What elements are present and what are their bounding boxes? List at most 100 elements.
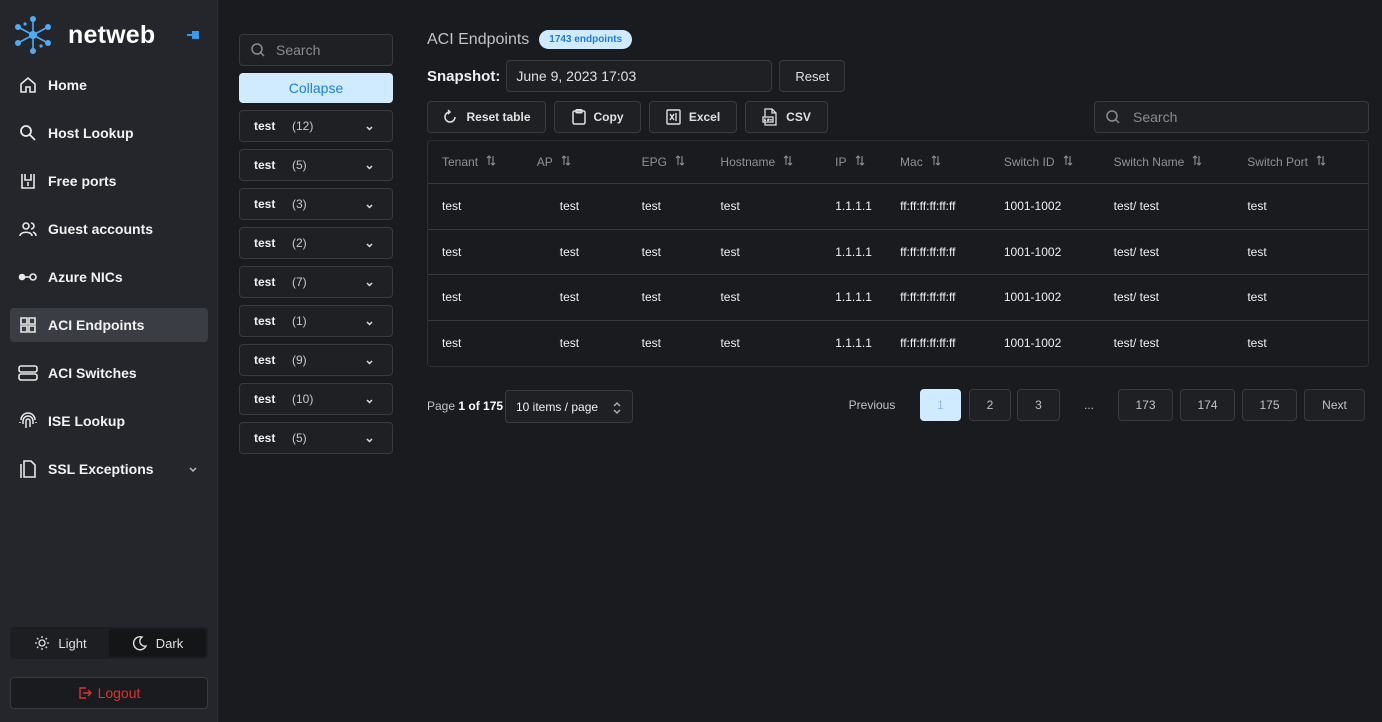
table-cell: test/ test [1113,199,1159,214]
filter-group[interactable]: test (1) [239,305,393,337]
sidebar-item-guest-accounts[interactable]: Guest accounts [10,212,208,246]
column-header[interactable]: Switch ID [990,155,1100,169]
column-header[interactable]: AP [523,155,628,169]
column-header[interactable]: Mac [886,155,990,169]
table-cell: test [720,290,740,305]
table-row[interactable]: test test test test 1.1.1.1 ff:ff:ff:ff:ff:ff… [428,275,1368,321]
copy-button[interactable]: Copy [554,101,641,133]
column-header-label: Tenant [442,155,479,169]
network-logo-icon [15,16,51,54]
sidebar-item-label: ACI Switches [48,365,137,381]
sidebar-item-host-lookup[interactable]: Host Lookup [10,116,208,150]
table-row[interactable]: test test test test 1.1.1.1 ff:ff:ff:ff:ff:ff… [428,321,1368,367]
previous-page-button[interactable]: Previous [839,389,905,421]
table-cell: 1001-1002 [1003,199,1062,214]
sidebar-item-aci-switches[interactable]: ACI Switches [10,356,208,390]
page-button[interactable]: 2 [969,389,1011,421]
items-per-page-select[interactable]: 10 items / page [505,390,633,423]
filter-search-placeholder: Search [276,42,321,58]
sidebar-item-free-ports[interactable]: Free ports [10,164,208,198]
snapshot-select[interactable]: June 9, 2023 17:03 [506,60,773,92]
table-cell: test/ test [1113,244,1159,259]
filter-group[interactable]: test (9) [239,344,393,376]
sort-icon[interactable] [855,155,865,169]
filter-group-name: test [254,236,276,250]
column-header[interactable]: Switch Name [1100,155,1234,169]
home-icon [18,75,38,95]
column-header[interactable]: EPG [628,155,707,169]
pin-icon[interactable] [186,28,200,46]
filter-group[interactable]: test (7) [239,266,393,298]
excel-button[interactable]: Excel [649,101,737,133]
column-header[interactable]: IP [821,155,886,169]
theme-light-button[interactable]: Light [12,629,109,657]
sidebar-item-azure-nics[interactable]: Azure NICs [10,260,208,294]
collapse-button[interactable]: Collapse [239,73,393,103]
table-header: Tenant AP EPG Hostname IP Mac Switch ID Switch … [428,141,1368,184]
table-cell: test [720,336,740,351]
sidebar-item-ise-lookup[interactable]: ISE Lookup [10,404,208,438]
chevron-down-icon [365,356,374,370]
page-button[interactable]: 3 [1017,389,1060,421]
users-icon [18,219,38,239]
page-button[interactable]: 174 [1180,389,1235,421]
chevron-down-icon [365,161,374,175]
pagination: Page 1 of 175 10 items / page Previous 1… [427,389,1369,423]
filter-group[interactable]: test (10) [239,383,393,415]
csv-file-icon [762,108,777,126]
table-search-input[interactable]: Search [1094,101,1369,133]
logout-button[interactable]: Logout [10,677,208,709]
copy-icon [18,459,38,479]
filter-group[interactable]: test (12) [239,110,393,142]
filter-search-input[interactable]: Search [239,34,393,66]
sort-icon[interactable] [931,155,941,169]
table-cell: test [720,244,740,259]
table-cell: 1.1.1.1 [835,336,872,351]
chevron-down-icon [365,200,374,214]
sidebar-item-home[interactable]: Home [10,68,208,102]
table-cell: test [641,199,661,214]
column-header[interactable]: Tenant [428,155,523,169]
theme-toggle[interactable]: Light Dark [10,627,208,659]
page-button[interactable]: 175 [1242,389,1297,421]
sort-icon[interactable] [1192,155,1202,169]
port-icon [18,171,38,191]
sort-icon[interactable] [561,155,571,169]
page-button[interactable]: 1 [920,389,961,421]
next-page-button[interactable]: Next [1304,389,1365,421]
table-row[interactable]: test test test test 1.1.1.1 ff:ff:ff:ff:ff:ff… [428,230,1368,275]
reset-table-button[interactable]: Reset table [427,101,546,133]
search-icon [18,123,38,143]
logo[interactable]: netweb [12,14,155,56]
table-cell: 1.1.1.1 [835,290,872,305]
sidebar-item-ssl-exceptions[interactable]: SSL Exceptions [10,452,208,486]
filter-group[interactable]: test (2) [239,227,393,259]
table-cell: test [641,244,661,259]
column-header-label: Switch Port [1247,155,1308,169]
filter-group[interactable]: test (3) [239,188,393,220]
sidebar: netweb Home Host Lookup Free ports Guest… [0,0,218,722]
filter-group[interactable]: test (5) [239,149,393,181]
sort-icon[interactable] [1316,155,1326,169]
filter-group[interactable]: test (5) [239,422,393,454]
table-row[interactable]: test test test test 1.1.1.1 ff:ff:ff:ff:ff:ff… [428,184,1368,230]
chevron-down-icon[interactable] [188,461,198,477]
sort-icon[interactable] [1063,155,1073,169]
table-cell: test [559,290,580,305]
chevron-up-down-icon [613,402,621,414]
fingerprint-icon [18,411,38,431]
csv-button[interactable]: CSV [745,101,828,133]
sort-icon[interactable] [783,155,793,169]
filter-group-name: test [254,275,276,289]
column-header[interactable]: Hostname [706,155,821,169]
sort-icon[interactable] [675,155,685,169]
reset-button[interactable]: Reset [779,60,846,92]
sidebar-item-aci-endpoints[interactable]: ACI Endpoints [10,308,208,342]
theme-dark-button[interactable]: Dark [109,629,206,657]
page-button[interactable]: 173 [1118,389,1173,421]
sort-icon[interactable] [486,155,496,169]
filter-group-count: (7) [292,275,307,289]
sidebar-item-label: ACI Endpoints [48,317,145,333]
column-header[interactable]: Switch Port [1233,155,1368,169]
filter-group-name: test [254,314,276,328]
